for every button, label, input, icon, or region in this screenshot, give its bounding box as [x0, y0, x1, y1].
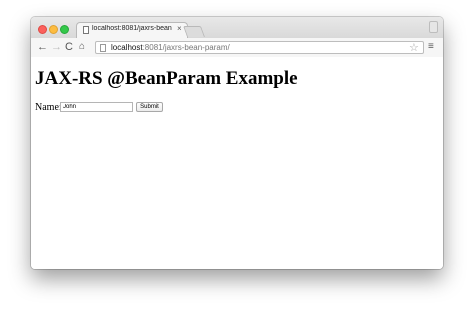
bookmark-star-icon[interactable]: ☆ [409, 41, 419, 54]
page-icon [83, 26, 89, 34]
profile-icon[interactable] [429, 21, 438, 33]
back-arrow-icon[interactable]: ← [37, 40, 48, 54]
page-title: JAX-RS @BeanParam Example [35, 68, 298, 89]
browser-window: localhost:8081/jaxrs-bean- × ← → C ⌂ loc… [31, 17, 443, 269]
address-bar[interactable]: localhost:8081/jaxrs-bean-param/ ☆ [95, 41, 424, 54]
browser-tab[interactable]: localhost:8081/jaxrs-bean- × [76, 22, 188, 38]
url-host: localhost [111, 43, 143, 52]
url-path: :8081/jaxrs-bean-param/ [142, 43, 230, 52]
page-icon [100, 44, 106, 52]
browser-toolbar: ← → C ⌂ localhost:8081/jaxrs-bean-param/… [31, 38, 443, 58]
page-content: JAX-RS @BeanParam Example Name: Submit [31, 57, 443, 269]
reload-icon[interactable]: C [65, 40, 73, 54]
name-label: Name: [35, 102, 62, 113]
zoom-window-button[interactable] [60, 25, 69, 34]
tab-title: localhost:8081/jaxrs-bean- [92, 25, 172, 32]
close-icon[interactable]: × [177, 24, 182, 33]
minimize-window-button[interactable] [49, 25, 58, 34]
new-tab-button[interactable] [182, 26, 206, 37]
address-url[interactable]: localhost:8081/jaxrs-bean-param/ [111, 43, 230, 52]
forward-arrow-icon[interactable]: → [51, 40, 62, 54]
menu-icon[interactable]: ≡ [428, 42, 434, 52]
close-window-button[interactable] [38, 25, 47, 34]
title-bar: localhost:8081/jaxrs-bean- × [31, 17, 443, 38]
home-icon[interactable]: ⌂ [79, 40, 85, 54]
submit-button[interactable]: Submit [136, 102, 163, 112]
name-input[interactable] [60, 102, 133, 112]
